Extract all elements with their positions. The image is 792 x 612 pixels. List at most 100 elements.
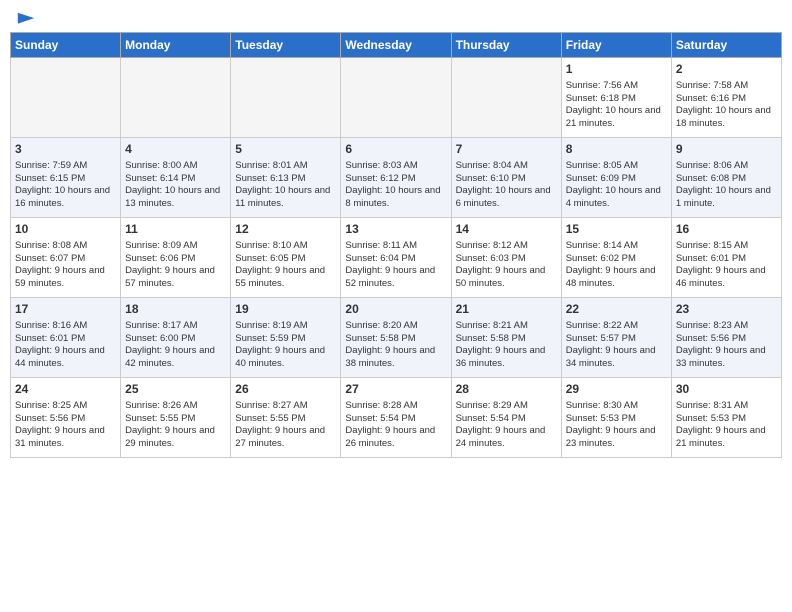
sunrise-text: Sunrise: 8:12 AM — [456, 240, 528, 251]
sunset-text: Sunset: 6:06 PM — [125, 253, 195, 264]
calendar-table: SundayMondayTuesdayWednesdayThursdayFrid… — [10, 32, 782, 458]
sunrise-text: Sunrise: 8:19 AM — [235, 320, 307, 331]
calendar-day-cell: 23Sunrise: 8:23 AMSunset: 5:56 PMDayligh… — [671, 298, 781, 378]
day-info: Sunrise: 8:12 AMSunset: 6:03 PMDaylight:… — [456, 240, 557, 291]
day-info: Sunrise: 7:59 AMSunset: 6:15 PMDaylight:… — [15, 160, 116, 211]
day-info: Sunrise: 8:04 AMSunset: 6:10 PMDaylight:… — [456, 160, 557, 211]
calendar-day-cell: 10 Sunrise: 8:08 AMSunset: 6:07 PMDayligh… — [11, 218, 121, 298]
day-number: 7 — [456, 141, 557, 158]
sunrise-text: Sunrise: 7:56 AM — [566, 80, 638, 91]
calendar-week-row: 3Sunrise: 7:59 AMSunset: 6:15 PMDaylight… — [11, 138, 782, 218]
sunset-text: Sunset: 5:53 PM — [566, 413, 636, 424]
calendar-day-cell: 24Sunrise: 8:25 AMSunset: 5:56 PMDayligh… — [11, 378, 121, 458]
sunset-text: Sunset: 6:09 PM — [566, 173, 636, 184]
daylight-text: Daylight: 9 hours and 21 minutes. — [676, 425, 766, 449]
logo-flag-icon — [16, 10, 36, 30]
sunset-text: Sunset: 6:04 PM — [345, 253, 415, 264]
daylight-text: Daylight: 9 hours and 50 minutes. — [456, 265, 546, 289]
calendar-day-cell: 29Sunrise: 8:30 AMSunset: 5:53 PMDayligh… — [561, 378, 671, 458]
calendar-day-cell: 21Sunrise: 8:21 AMSunset: 5:58 PMDayligh… — [451, 298, 561, 378]
calendar-day-cell: 7 Sunrise: 8:04 AMSunset: 6:10 PMDaylight… — [451, 138, 561, 218]
day-info: Sunrise: 8:08 AMSunset: 6:07 PMDaylight:… — [15, 240, 116, 291]
day-number: 18 — [125, 301, 226, 318]
daylight-text: Daylight: 9 hours and 52 minutes. — [345, 265, 435, 289]
calendar-day-cell: 18Sunrise: 8:17 AMSunset: 6:00 PMDayligh… — [121, 298, 231, 378]
day-number: 6 — [345, 141, 446, 158]
calendar-day-cell: 5 Sunrise: 8:01 AMSunset: 6:13 PMDaylight… — [231, 138, 341, 218]
daylight-text: Daylight: 9 hours and 36 minutes. — [456, 345, 546, 369]
daylight-text: Daylight: 9 hours and 46 minutes. — [676, 265, 766, 289]
sunset-text: Sunset: 6:07 PM — [15, 253, 85, 264]
calendar-day-cell: 13Sunrise: 8:11 AMSunset: 6:04 PMDayligh… — [341, 218, 451, 298]
sunset-text: Sunset: 6:01 PM — [676, 253, 746, 264]
sunrise-text: Sunrise: 8:17 AM — [125, 320, 197, 331]
daylight-text: Daylight: 10 hours and 18 minutes. — [676, 105, 771, 129]
day-info: Sunrise: 8:11 AM Sunset: 6:04 PMDaylight:… — [345, 240, 446, 291]
sunset-text: Sunset: 6:05 PM — [235, 253, 305, 264]
sunrise-text: Sunrise: 8:25 AM — [15, 400, 87, 411]
sunset-text: Sunset: 5:54 PM — [456, 413, 526, 424]
sunset-text: Sunset: 5:56 PM — [676, 333, 746, 344]
sunrise-text: Sunrise: 8:31 AM — [676, 400, 748, 411]
day-info: Sunrise: 8:31 AMSunset: 5:53 PMDaylight:… — [676, 400, 777, 451]
sunset-text: Sunset: 6:18 PM — [566, 93, 636, 104]
daylight-text: Daylight: 9 hours and 59 minutes. — [15, 265, 105, 289]
day-info: Sunrise: 8:26 AMSunset: 5:55 PMDaylight:… — [125, 400, 226, 451]
day-number: 10 — [15, 221, 116, 238]
sunrise-text: Sunrise: 8:06 AM — [676, 160, 748, 171]
daylight-text: Daylight: 9 hours and 23 minutes. — [566, 425, 656, 449]
calendar-day-cell: 8Sunrise: 8:05 AMSunset: 6:09 PMDaylight… — [561, 138, 671, 218]
calendar-day-cell: 16Sunrise: 8:15 AMSunset: 6:01 PMDayligh… — [671, 218, 781, 298]
col-header-sunday: Sunday — [11, 33, 121, 58]
sunrise-text: Sunrise: 8:04 AM — [456, 160, 528, 171]
day-number: 12 — [235, 221, 336, 238]
daylight-text: Daylight: 9 hours and 40 minutes. — [235, 345, 325, 369]
day-info: Sunrise: 8:01 AMSunset: 6:13 PMDaylight:… — [235, 160, 336, 211]
daylight-text: Daylight: 10 hours and 21 minutes. — [566, 105, 661, 129]
calendar-day-cell: 9Sunrise: 8:06 AMSunset: 6:08 PMDaylight… — [671, 138, 781, 218]
daylight-text: Daylight: 10 hours and 6 minutes. — [456, 185, 551, 209]
day-info: Sunrise: 8:25 AMSunset: 5:56 PMDaylight:… — [15, 400, 116, 451]
col-header-saturday: Saturday — [671, 33, 781, 58]
calendar-day-cell: 11Sunrise: 8:09 AMSunset: 6:06 PMDayligh… — [121, 218, 231, 298]
sunrise-text: Sunrise: 8:09 AM — [125, 240, 197, 251]
sunset-text: Sunset: 6:15 PM — [15, 173, 85, 184]
sunset-text: Sunset: 6:08 PM — [676, 173, 746, 184]
sunrise-text: Sunrise: 8:10 AM — [235, 240, 307, 251]
sunset-text: Sunset: 5:55 PM — [235, 413, 305, 424]
daylight-text: Daylight: 10 hours and 11 minutes. — [235, 185, 330, 209]
day-info: Sunrise: 8:27 AMSunset: 5:55 PMDaylight:… — [235, 400, 336, 451]
sunrise-text: Sunrise: 8:11 AM — [345, 240, 417, 251]
daylight-text: Daylight: 9 hours and 24 minutes. — [456, 425, 546, 449]
daylight-text: Daylight: 9 hours and 33 minutes. — [676, 345, 766, 369]
sunrise-text: Sunrise: 8:00 AM — [125, 160, 197, 171]
daylight-text: Daylight: 9 hours and 29 minutes. — [125, 425, 215, 449]
daylight-text: Daylight: 9 hours and 42 minutes. — [125, 345, 215, 369]
daylight-text: Daylight: 10 hours and 8 minutes. — [345, 185, 440, 209]
day-number: 16 — [676, 221, 777, 238]
calendar-day-cell: 19Sunrise: 8:19 AMSunset: 5:59 PMDayligh… — [231, 298, 341, 378]
sunrise-text: Sunrise: 8:30 AM — [566, 400, 638, 411]
daylight-text: Daylight: 9 hours and 48 minutes. — [566, 265, 656, 289]
col-header-thursday: Thursday — [451, 33, 561, 58]
sunrise-text: Sunrise: 8:26 AM — [125, 400, 197, 411]
calendar-day-cell: 15Sunrise: 8:14 AMSunset: 6:02 PMDayligh… — [561, 218, 671, 298]
sunset-text: Sunset: 5:58 PM — [345, 333, 415, 344]
calendar-week-row: 10 Sunrise: 8:08 AMSunset: 6:07 PMDayligh… — [11, 218, 782, 298]
day-number: 8 — [566, 141, 667, 158]
day-number: 14 — [456, 221, 557, 238]
col-header-friday: Friday — [561, 33, 671, 58]
day-number: 15 — [566, 221, 667, 238]
sunrise-text: Sunrise: 8:03 AM — [345, 160, 417, 171]
day-number: 5 — [235, 141, 336, 158]
day-number: 20 — [345, 301, 446, 318]
day-number: 26 — [235, 381, 336, 398]
calendar-day-cell — [451, 58, 561, 138]
day-number: 19 — [235, 301, 336, 318]
page-header — [10, 10, 782, 26]
day-info: Sunrise: 8:10 AMSunset: 6:05 PMDaylight:… — [235, 240, 336, 291]
calendar-day-cell: 14 Sunrise: 8:12 AMSunset: 6:03 PMDayligh… — [451, 218, 561, 298]
calendar-day-cell — [341, 58, 451, 138]
calendar-day-cell: 3Sunrise: 7:59 AMSunset: 6:15 PMDaylight… — [11, 138, 121, 218]
daylight-text: Daylight: 9 hours and 57 minutes. — [125, 265, 215, 289]
